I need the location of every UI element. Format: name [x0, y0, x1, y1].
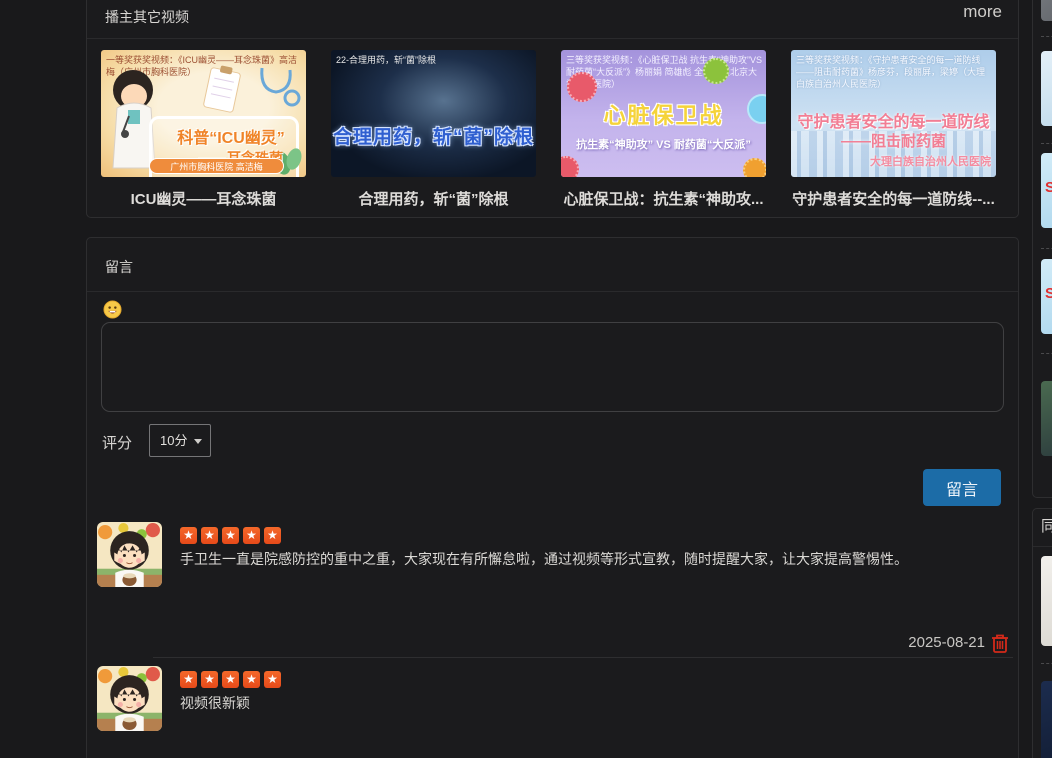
germ-icon	[703, 58, 729, 84]
thumb-hospital-name: 大理白族自治州人民医院	[870, 153, 991, 169]
video-title[interactable]: 合理用药，斩“菌”除根	[331, 188, 536, 209]
header-divider	[87, 291, 1018, 292]
comment-text: 视频很新颖	[180, 694, 998, 713]
sidebar-related-panel: 同类视频	[1032, 508, 1052, 758]
rating-value: 10分	[160, 433, 187, 448]
sidebar-video-thumbnail[interactable]	[1041, 681, 1052, 758]
sidebar-video-thumbnail[interactable]: S	[1041, 153, 1052, 228]
clipboard-icon	[199, 64, 245, 116]
chevron-down-icon	[194, 439, 202, 444]
thumb-main-text: 科普“ICU幽灵”	[161, 124, 301, 148]
thumb-main-text: 心脏保卫战	[561, 98, 766, 130]
thumb-caption: 三等奖获奖视频：《守护患者安全的每一道防线——阻击耐药菌》杨彦芬，段丽屏，梁婷（…	[796, 54, 992, 90]
star-icon: ★	[222, 671, 239, 688]
video-title[interactable]: 心脏保卫战：抗生素“神助攻...	[561, 188, 766, 209]
smoke-effect	[331, 50, 536, 177]
comments-panel: 留言 评分 10分 留言	[86, 237, 1019, 758]
more-link[interactable]: more	[963, 2, 1002, 22]
germ-icon	[561, 156, 579, 177]
star-rating: ★★★★★	[180, 527, 281, 544]
sidebar-video-thumbnail[interactable]	[1041, 381, 1052, 456]
other-videos-panel: 播主其它视频 more 一等奖获奖视频：《ICU幽灵——耳念珠菌》高洁梅（广州市…	[86, 0, 1019, 218]
avatar	[97, 666, 162, 731]
list-divider	[1041, 36, 1052, 37]
star-icon: ★	[243, 527, 260, 544]
list-divider	[1041, 663, 1052, 664]
list-divider	[1041, 248, 1052, 249]
sidebar-section-title: 同类视频	[1041, 515, 1052, 536]
video-thumbnail-rational-medication[interactable]: 22-合理用药，斩“菌”除根 合理用药，斩“菌”除根	[331, 50, 536, 177]
avatar	[97, 522, 162, 587]
trash-icon[interactable]	[991, 633, 1009, 653]
star-icon: ★	[243, 671, 260, 688]
list-divider	[1041, 353, 1052, 354]
thumb-caption: 22-合理用药，斩“菌”除根	[336, 54, 532, 66]
comment-input[interactable]	[101, 322, 1004, 412]
sidebar-video-list: S S	[1032, 0, 1052, 498]
list-divider	[1041, 143, 1052, 144]
star-icon: ★	[201, 671, 218, 688]
star-icon: ★	[201, 527, 218, 544]
sidebar-video-thumbnail[interactable]: S	[1041, 259, 1052, 334]
star-icon: ★	[222, 527, 239, 544]
star-icon: ★	[180, 527, 197, 544]
header-divider	[87, 38, 1018, 39]
video-title[interactable]: 守护患者安全的每一道防线--...	[791, 188, 996, 209]
thumb-banner: 广州市胸科医院 高洁梅	[149, 158, 284, 174]
rating-select[interactable]: 10分	[149, 424, 211, 457]
comment-divider	[153, 657, 1013, 658]
video-thumbnail-patient-safety[interactable]: 三等奖获奖视频：《守护患者安全的每一道防线——阻击耐药菌》杨彦芬，段丽屏，梁婷（…	[791, 50, 996, 177]
video-detail-page: 播主其它视频 more 一等奖获奖视频：《ICU幽灵——耳念珠菌》高洁梅（广州市…	[0, 0, 1052, 758]
rating-label: 评分	[102, 432, 132, 453]
comment-text: 手卫生一直是院感防控的重中之重，大家现在有所懈怠啦，通过视频等形式宣教，随时提醒…	[180, 550, 998, 569]
sidebar-video-thumbnail[interactable]	[1041, 51, 1052, 126]
submit-comment-button[interactable]: 留言	[923, 469, 1001, 506]
sidebar-video-thumbnail[interactable]	[1041, 556, 1052, 646]
video-title[interactable]: ICU幽灵——耳念珠菌	[101, 188, 306, 209]
stethoscope-icon	[252, 64, 302, 110]
star-icon: ★	[264, 671, 281, 688]
thumb-main-text: 守护患者安全的每一道防线	[791, 108, 996, 132]
thumb-sub-text: ——阻击耐药菌	[791, 130, 996, 151]
star-icon: ★	[264, 527, 281, 544]
comments-title: 留言	[105, 257, 133, 277]
thumb-main-text: 合理用药，斩“菌”除根	[331, 122, 536, 149]
video-thumbnail-icu-candida[interactable]: 一等奖获奖视频：《ICU幽灵——耳念珠菌》高洁梅（广州市胸科医院）	[101, 50, 306, 177]
smiley-face-icon[interactable]	[103, 300, 122, 319]
sidebar-video-thumbnail[interactable]	[1041, 0, 1052, 21]
comment-date: 2025-08-21	[908, 634, 985, 651]
other-videos-title: 播主其它视频	[105, 7, 189, 27]
thumb-sub-text: 抗生素“神助攻” VS 耐药菌“大反派”	[561, 136, 766, 152]
star-icon: ★	[180, 671, 197, 688]
star-rating: ★★★★★	[180, 671, 281, 688]
header-divider	[1033, 546, 1052, 547]
germ-icon	[743, 158, 766, 177]
video-thumbnail-heart-defense[interactable]: 三等奖获奖视频：《心脏保卫战 抗生素“神助攻”VS耐药菌“大反派”》杨丽娟 简雄…	[561, 50, 766, 177]
